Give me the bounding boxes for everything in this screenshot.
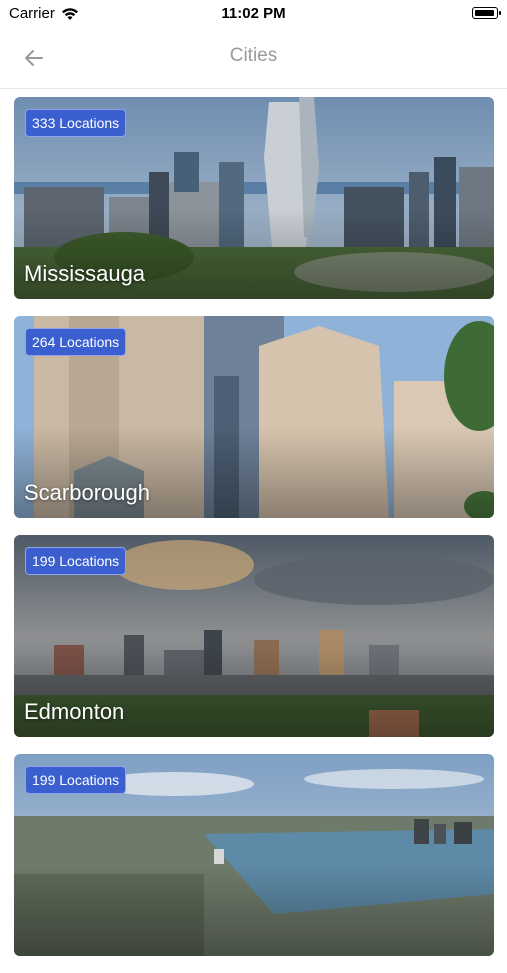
city-name: Mississauga	[24, 261, 146, 286]
city-card-mississauga[interactable]: 333 Locations Mississauga	[14, 97, 494, 299]
status-bar: Carrier 11:02 PM	[0, 0, 507, 28]
locations-badge: 333 Locations	[25, 109, 127, 137]
locations-badge: 199 Locations	[25, 766, 127, 794]
city-name: Edmonton	[24, 699, 125, 724]
city-name: Scarborough	[24, 480, 150, 505]
city-card-scarborough[interactable]: 264 Locations Scarborough	[14, 316, 494, 518]
city-card-fourth[interactable]: 199 Locations	[14, 754, 494, 956]
status-time: 11:02 PM	[221, 5, 286, 22]
locations-badge: 199 Locations	[25, 547, 127, 575]
city-card-edmonton[interactable]: 199 Locations Edmonton	[14, 535, 494, 737]
page-title: Cities	[229, 45, 278, 66]
navigation-bar: Cities	[0, 28, 507, 89]
city-list: 333 Locations Mississauga 264 Locations …	[14, 97, 494, 973]
locations-badge: 264 Locations	[25, 328, 127, 356]
battery-icon	[472, 7, 501, 19]
